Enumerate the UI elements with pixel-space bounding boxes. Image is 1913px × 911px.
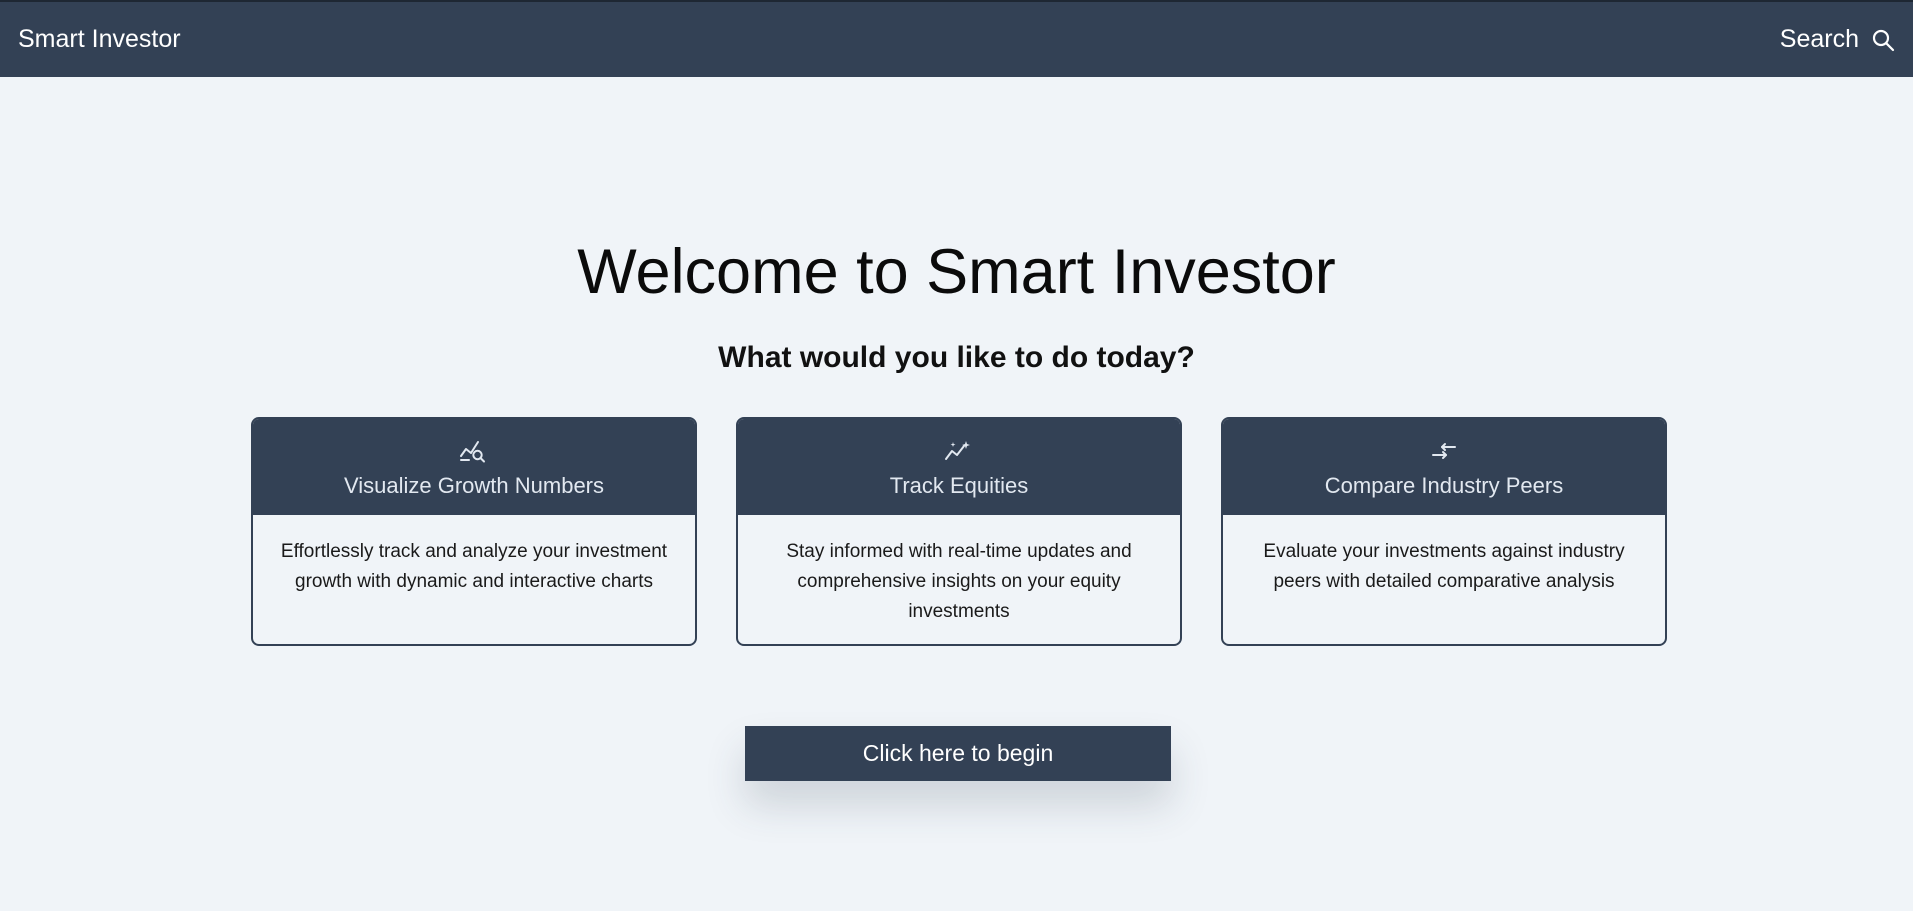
sparkle-trend-icon <box>944 437 974 465</box>
card-visualize-growth[interactable]: Visualize Growth Numbers Effortlessly tr… <box>251 417 697 646</box>
card-header: Track Equities <box>738 419 1180 515</box>
card-description: Effortlessly track and analyze your inve… <box>280 541 668 592</box>
card-compare-peers[interactable]: Compare Industry Peers Evaluate your inv… <box>1221 417 1667 646</box>
top-navbar: Smart Investor Search <box>0 0 1913 77</box>
page-title: Welcome to Smart Investor <box>577 237 1336 307</box>
brand-logo-text[interactable]: Smart Investor <box>18 25 181 54</box>
search-button[interactable]: Search <box>1780 25 1895 54</box>
card-title: Track Equities <box>889 473 1029 498</box>
card-description: Stay informed with real-time updates and… <box>786 541 1132 622</box>
compare-arrows-icon <box>1429 437 1459 465</box>
card-title: Compare Industry Peers <box>1324 473 1564 498</box>
card-header: Compare Industry Peers <box>1223 419 1665 515</box>
search-label: Search <box>1779 25 1859 53</box>
search-icon <box>1871 28 1895 52</box>
begin-button[interactable]: Click here to begin <box>745 726 1171 781</box>
card-description: Evaluate your investments against indust… <box>1263 541 1625 592</box>
chart-magnifier-icon <box>459 437 489 465</box>
page-subtitle: What would you like to do today? <box>718 341 1195 374</box>
card-track-equities[interactable]: Track Equities Stay informed with real-t… <box>736 417 1182 646</box>
card-title: Visualize Growth Numbers <box>343 473 605 498</box>
card-header: Visualize Growth Numbers <box>253 419 695 515</box>
